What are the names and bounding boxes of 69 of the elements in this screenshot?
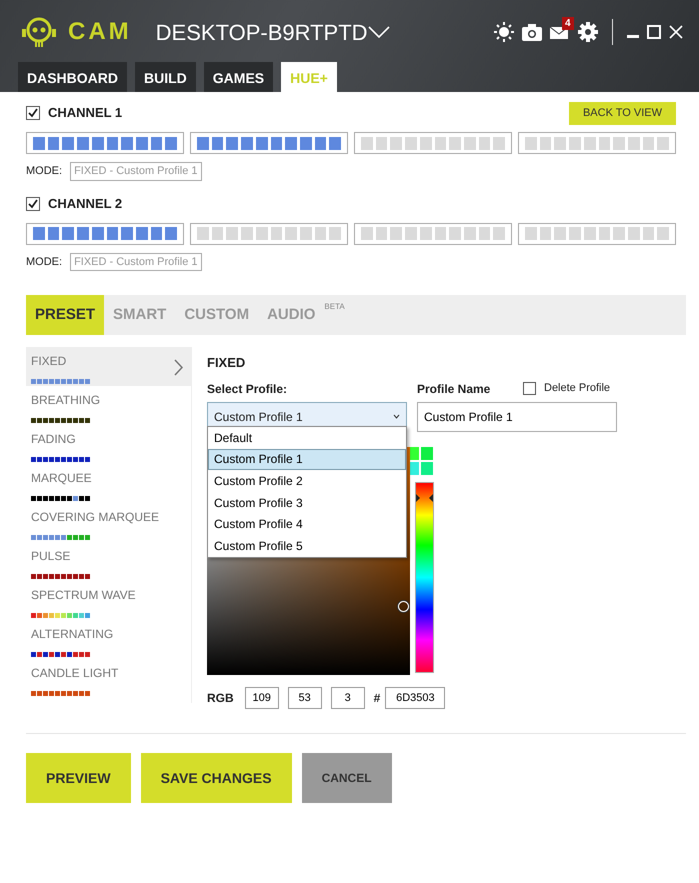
led-preview: [31, 652, 90, 657]
action-button[interactable]: CANCEL: [302, 753, 392, 803]
device-dropdown[interactable]: DESKTOP-B9RTPTD: [156, 16, 390, 48]
mode-field: FIXED - Custom Profile 1: [70, 162, 202, 180]
brightness-icon[interactable]: [494, 22, 514, 42]
action-button[interactable]: PREVIEW: [26, 753, 131, 803]
effect-item[interactable]: FIXED: [26, 347, 191, 386]
nav-tab[interactable]: GAMES: [204, 62, 274, 92]
maximize-icon[interactable]: [647, 25, 661, 39]
chevron-down-icon: [368, 26, 390, 38]
led-preview: [31, 457, 90, 462]
effect-item[interactable]: CANDLE LIGHT: [26, 659, 191, 698]
effect-item[interactable]: MARQUEE: [26, 464, 191, 503]
close-icon[interactable]: [669, 25, 683, 39]
dropdown-option[interactable]: Custom Profile 5: [208, 534, 406, 557]
field-label: Profile Name: [417, 380, 492, 398]
nav-tab[interactable]: BUILD: [135, 62, 196, 92]
checkbox[interactable]: [523, 382, 536, 395]
hex-field[interactable]: 6D3503: [385, 686, 446, 708]
logo-text: CAM: [68, 17, 132, 47]
checkbox[interactable]: [26, 106, 40, 120]
back-to-view-button[interactable]: BACK TO VIEW: [569, 102, 676, 124]
hue-slider[interactable]: [415, 482, 434, 672]
section-heading: FIXED: [207, 354, 246, 372]
mode-field: FIXED - Custom Profile 1: [70, 252, 202, 271]
rgb-label: RGB: [207, 690, 234, 706]
mode-tab[interactable]: PRESET: [26, 295, 104, 335]
mode-label: MODE:: [26, 164, 62, 179]
field-label: Select Profile:: [207, 380, 288, 398]
effect-item[interactable]: SPECTRUM WAVE: [26, 581, 191, 620]
dropdown-option[interactable]: Default: [208, 427, 406, 449]
effect-item[interactable]: BREATHING: [26, 386, 191, 425]
picker-handle[interactable]: [398, 600, 409, 612]
led-preview: [31, 691, 90, 696]
channel-label: CHANNEL 2: [48, 194, 122, 213]
beta-label: BETA: [324, 301, 345, 313]
led-preview: [31, 613, 90, 618]
chevron-right-icon: [174, 357, 183, 376]
rgb-field[interactable]: 53: [288, 686, 322, 708]
rgb-field[interactable]: 3: [330, 686, 365, 708]
dropdown-option[interactable]: Custom Profile 3: [208, 492, 406, 514]
dropdown-option[interactable]: Custom Profile 1: [208, 448, 406, 470]
nav-tab[interactable]: DASHBOARD: [18, 62, 127, 92]
led-preview: [31, 418, 90, 423]
effect-item[interactable]: ALTERNATING: [26, 620, 191, 659]
caret-icon: [393, 414, 400, 419]
dropdown-option[interactable]: Custom Profile 4: [208, 513, 406, 535]
led-preview: [31, 535, 90, 540]
checkbox-label: Delete Profile: [544, 381, 610, 396]
effect-item[interactable]: COVERING MARQUEE: [26, 503, 191, 542]
color-swatches[interactable]: [407, 446, 433, 474]
led-preview: [31, 574, 90, 579]
action-button[interactable]: SAVE CHANGES: [140, 753, 292, 803]
settings-icon[interactable]: [578, 22, 598, 42]
mail-icon[interactable]: [550, 24, 570, 40]
slider-thumb[interactable]: [416, 494, 433, 502]
led-preview: [31, 496, 90, 501]
effect-item[interactable]: FADING: [26, 425, 191, 464]
rgb-field[interactable]: 109: [244, 686, 279, 708]
effect-item[interactable]: PULSE: [26, 542, 191, 581]
led-preview: [31, 379, 90, 384]
channel-label: CHANNEL 1: [48, 104, 122, 122]
mode-label: MODE:: [26, 254, 62, 270]
notification-badge: 4: [562, 17, 574, 30]
hash-label: #: [374, 690, 380, 706]
profile-name-field[interactable]: Custom Profile 1: [417, 402, 617, 432]
checkbox[interactable]: [26, 196, 40, 210]
dropdown-option[interactable]: Custom Profile 2: [208, 470, 406, 492]
camera-icon[interactable]: [522, 24, 542, 40]
